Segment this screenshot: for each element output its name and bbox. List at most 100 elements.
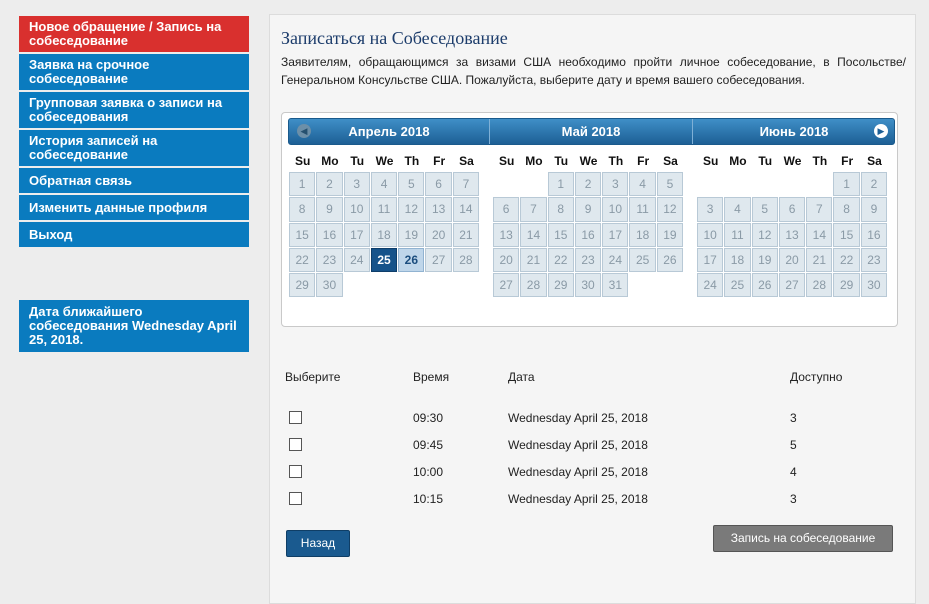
sidebar-nav: Новое обращение / Запись на собеседовани… xyxy=(19,16,249,249)
weekday-label: Fr xyxy=(433,154,446,168)
time-slot-row: 09:30 Wednesday April 25, 2018 3 xyxy=(285,408,885,435)
circle-arrow-right-icon[interactable]: ▶ xyxy=(874,124,888,138)
slot-checkbox[interactable] xyxy=(289,465,302,478)
unavailable-day: 29 xyxy=(289,273,316,298)
sidebar-item-urgent-appointment[interactable]: Заявка на срочное собеседование xyxy=(19,54,249,90)
unavailable-day: 25 xyxy=(629,247,656,273)
available-day[interactable]: 26 xyxy=(398,247,425,273)
sidebar-item-logout[interactable]: Выход xyxy=(19,222,249,247)
unavailable-day: 7 xyxy=(520,197,547,222)
sidebar-item-feedback[interactable]: Обратная связь xyxy=(19,168,249,193)
unavailable-day: 2 xyxy=(860,172,888,197)
back-button[interactable]: Назад xyxy=(286,530,350,557)
empty-day-cell xyxy=(724,172,750,196)
weekday-label: Th xyxy=(608,154,624,168)
selected-day[interactable]: 25 xyxy=(370,247,398,273)
unavailable-day: 18 xyxy=(724,247,751,273)
weekday-label: Sa xyxy=(459,154,474,168)
unavailable-day: 9 xyxy=(860,197,888,222)
unavailable-day: 22 xyxy=(833,247,860,273)
unavailable-day: 26 xyxy=(656,247,684,273)
unavailable-day: 10 xyxy=(343,197,370,222)
unavailable-day: 13 xyxy=(778,222,806,247)
calendar-month-may: Su Mo Tu We Th Fr Sa 1 2 3 4 5 6 7 8 9 10 11 12 13 14 15 16 17 1… xyxy=(493,150,688,298)
weekday-label: Su xyxy=(294,154,311,168)
unavailable-day: 28 xyxy=(452,247,480,273)
unavailable-day: 27 xyxy=(778,273,806,298)
unavailable-day: 7 xyxy=(452,172,480,197)
unavailable-day: 8 xyxy=(547,197,574,222)
empty-day-cell xyxy=(779,172,805,196)
column-header-select: Выберите xyxy=(285,370,341,384)
unavailable-day: 28 xyxy=(520,273,547,298)
unavailable-day: 27 xyxy=(493,273,520,298)
weekday-header: Su Mo Tu We Th Fr Sa xyxy=(493,150,688,172)
unavailable-day: 24 xyxy=(697,273,724,298)
unavailable-day: 17 xyxy=(602,222,629,247)
unavailable-day: 23 xyxy=(860,247,888,273)
unavailable-day: 2 xyxy=(574,172,602,197)
unavailable-day: 20 xyxy=(778,247,806,273)
slot-checkbox[interactable] xyxy=(289,438,302,451)
unavailable-day: 24 xyxy=(343,247,370,273)
unavailable-day: 19 xyxy=(751,247,778,273)
slot-checkbox[interactable] xyxy=(289,411,302,424)
unavailable-day: 30 xyxy=(316,273,343,298)
month-divider xyxy=(489,119,490,144)
empty-day-cell xyxy=(493,172,519,196)
weekday-label: We xyxy=(783,154,802,168)
calendar-month-june: Su Mo Tu We Th Fr Sa 1 2 3 4 5 6 7 8 9 10 11 12 13 14 15 16 17 1… xyxy=(697,150,892,298)
weekday-header: Su Mo Tu We Th Fr Sa xyxy=(289,150,484,172)
unavailable-day: 28 xyxy=(806,273,833,298)
page-title: Записаться на Собеседование xyxy=(281,28,508,48)
unavailable-day: 12 xyxy=(398,197,425,222)
unavailable-day: 10 xyxy=(697,222,724,247)
month-title: Июнь 2018 xyxy=(759,124,829,139)
sidebar-item-edit-profile[interactable]: Изменить данные профиля xyxy=(19,195,249,220)
weekday-label: We xyxy=(579,154,598,168)
weekday-label: We xyxy=(375,154,394,168)
unavailable-day: 31 xyxy=(602,273,629,298)
unavailable-day: 30 xyxy=(574,273,602,298)
unavailable-day: 5 xyxy=(751,197,778,222)
unavailable-day: 4 xyxy=(370,172,398,197)
unavailable-day: 20 xyxy=(493,247,520,273)
empty-day-cell xyxy=(752,172,778,196)
unavailable-day: 4 xyxy=(629,172,656,197)
unavailable-day: 14 xyxy=(806,222,833,247)
unavailable-day: 29 xyxy=(547,273,574,298)
sidebar-item-new-appointment[interactable]: Новое обращение / Запись на собеседовани… xyxy=(19,16,249,52)
unavailable-day: 13 xyxy=(493,222,520,247)
unavailable-day: 16 xyxy=(316,222,343,247)
unavailable-day: 22 xyxy=(289,247,316,273)
unavailable-day: 9 xyxy=(316,197,343,222)
slot-available: 3 xyxy=(790,411,797,425)
sidebar-item-appointment-history[interactable]: История записей на собеседование xyxy=(19,130,249,166)
slot-checkbox[interactable] xyxy=(289,492,302,505)
weekday-label: Su xyxy=(702,154,719,168)
slot-date: Wednesday April 25, 2018 xyxy=(508,465,648,479)
unavailable-day: 26 xyxy=(751,273,778,298)
slot-time: 10:00 xyxy=(413,465,444,479)
unavailable-day: 25 xyxy=(724,273,751,298)
unavailable-day: 9 xyxy=(574,197,602,222)
unavailable-day: 15 xyxy=(289,222,316,247)
unavailable-day: 21 xyxy=(452,222,480,247)
unavailable-day: 4 xyxy=(724,197,751,222)
main-panel: Записаться на Собеседование Заявителям, … xyxy=(269,14,916,604)
unavailable-day: 11 xyxy=(629,197,656,222)
unavailable-day: 29 xyxy=(833,273,860,298)
sidebar-item-group-appointment[interactable]: Групповая заявка о записи на собеседован… xyxy=(19,92,249,128)
unavailable-day: 7 xyxy=(806,197,833,222)
slot-time: 09:30 xyxy=(413,411,444,425)
unavailable-day: 15 xyxy=(547,222,574,247)
weekday-label: Tu xyxy=(554,154,569,168)
book-interview-button[interactable]: Запись на собеседование xyxy=(713,525,893,552)
weekday-label: Fr xyxy=(637,154,650,168)
time-slot-row: 10:15 Wednesday April 25, 2018 3 xyxy=(285,489,885,516)
unavailable-day: 8 xyxy=(833,197,860,222)
weekday-label: Mo xyxy=(525,154,543,168)
unavailable-day: 18 xyxy=(629,222,656,247)
unavailable-day: 11 xyxy=(370,197,398,222)
time-slot-row: 09:45 Wednesday April 25, 2018 5 xyxy=(285,435,885,462)
